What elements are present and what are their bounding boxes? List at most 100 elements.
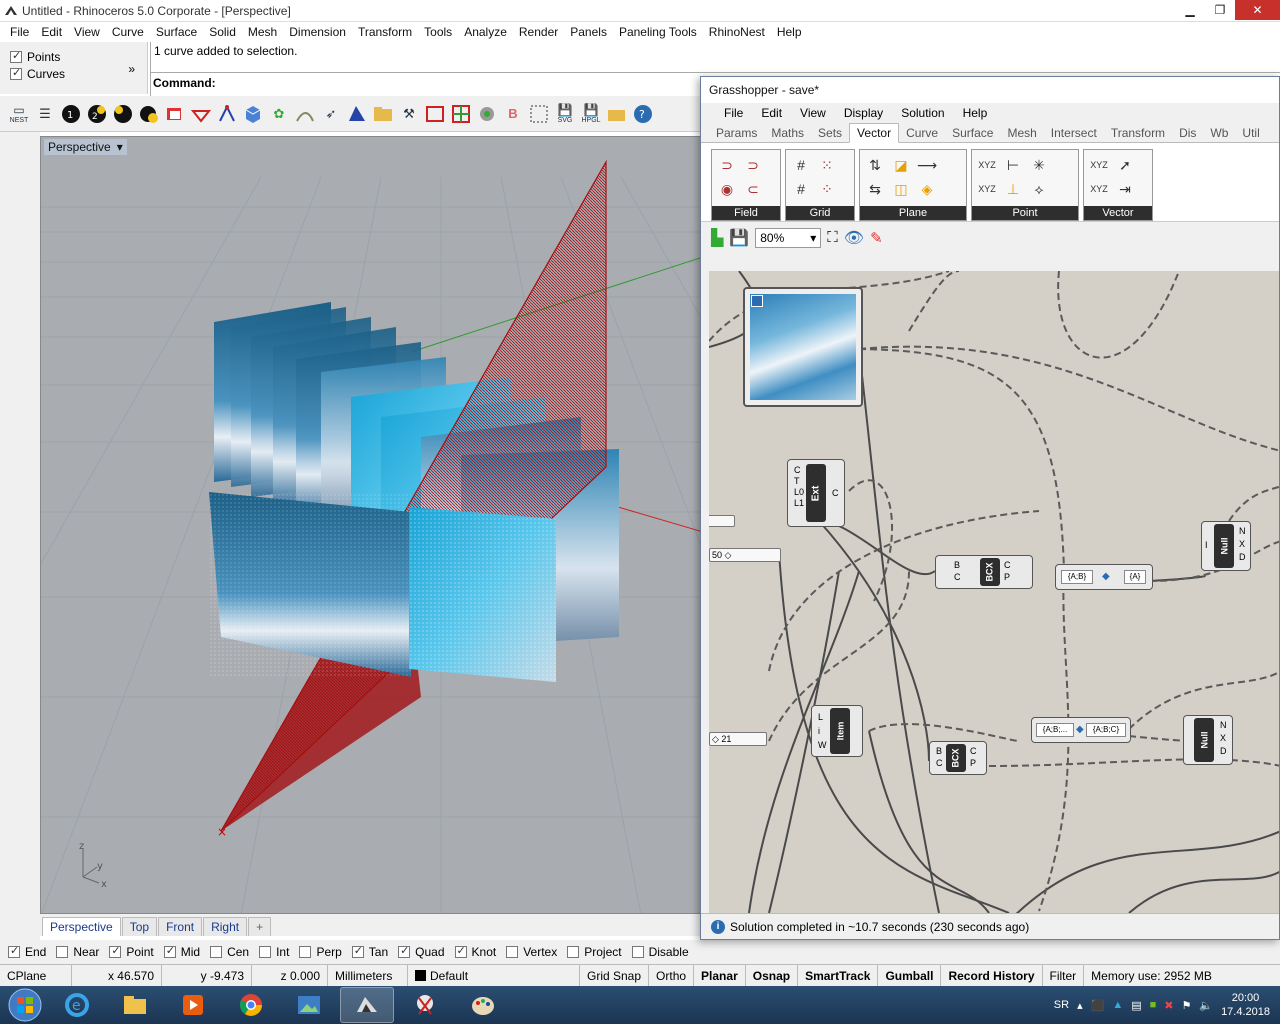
save-file-icon[interactable]: 💾	[729, 228, 749, 248]
star-icon[interactable]: ✿	[268, 103, 290, 125]
gumball-toggle[interactable]: Gumball	[878, 965, 942, 986]
param-viewer-2[interactable]: {A;B;... ◆ {A;B;C}	[1031, 717, 1131, 743]
volume-tray-icon[interactable]: 🔈	[1199, 999, 1213, 1012]
grid-icon[interactable]	[450, 103, 472, 125]
menu-help[interactable]: Help	[771, 25, 808, 39]
taskbar-explorer[interactable]	[108, 987, 162, 1023]
osnap-project-checkbox[interactable]	[567, 946, 580, 958]
ext-output-c[interactable]: C	[832, 488, 839, 498]
gh-menu-help[interactable]: Help	[954, 106, 997, 120]
sketch-pen-icon[interactable]: ✎	[870, 229, 883, 247]
box-icon[interactable]	[242, 103, 264, 125]
osnap-quad[interactable]: Quad	[398, 944, 445, 959]
taskbar-clock[interactable]: 20:00 17.4.2018	[1221, 991, 1270, 1019]
osnap-perp-checkbox[interactable]	[299, 946, 312, 958]
gh-menu-file[interactable]: File	[715, 106, 752, 120]
bcx1-input-b[interactable]: B	[954, 559, 961, 571]
save-svg-icon[interactable]: 💾 SVG	[554, 103, 576, 125]
nvidia-tray-icon[interactable]: ■	[1150, 999, 1157, 1011]
plane-line-icon[interactable]: ⟶	[916, 154, 938, 176]
taskbar-photo[interactable]	[282, 987, 336, 1023]
filter-curves[interactable]: Curves	[0, 65, 147, 82]
null1-output-d[interactable]: D	[1239, 551, 1246, 564]
curve-icon[interactable]	[294, 103, 316, 125]
osnap-mid[interactable]: Mid	[163, 944, 200, 959]
point-icon[interactable]	[216, 103, 238, 125]
minimize-button[interactable]: ▁	[1175, 0, 1205, 20]
flag-tray-icon[interactable]: ⚑	[1181, 999, 1191, 1012]
zoom-dropdown[interactable]: 80% ▾	[755, 227, 822, 248]
tray-chevron-icon[interactable]: ▴	[1077, 999, 1083, 1012]
perspective-viewport[interactable]: × z y x Perspective ▾	[40, 136, 702, 914]
preview-eye-icon[interactable]: 👁	[844, 228, 864, 248]
osnap-cen[interactable]: Cen	[210, 945, 249, 959]
folder-icon[interactable]	[372, 103, 394, 125]
add-viewport-tab[interactable]: +	[248, 917, 272, 936]
bcx1-output-p[interactable]: P	[1004, 571, 1011, 583]
grid-square-icon[interactable]: #	[790, 154, 812, 176]
plane-xy-icon[interactable]: ⇆	[864, 178, 886, 200]
gh-menu-edit[interactable]: Edit	[752, 106, 791, 120]
gh-tab-mesh[interactable]: Mesh	[1000, 124, 1043, 142]
frame-icon[interactable]	[528, 103, 550, 125]
gh-tab-vector[interactable]: Vector	[849, 123, 900, 143]
plane-adjust-icon[interactable]: ◈	[916, 178, 938, 200]
osnap-end-checkbox[interactable]	[8, 944, 20, 958]
rhino-icon[interactable]	[346, 103, 368, 125]
layer-1-icon[interactable]: 1	[60, 103, 82, 125]
grid-populate-icon[interactable]: ⁘	[816, 178, 838, 200]
taskbar-rhino[interactable]	[340, 987, 394, 1023]
layer-4-icon[interactable]	[138, 103, 160, 125]
osnap-perp[interactable]: Perp	[299, 945, 342, 959]
select-icon[interactable]	[424, 103, 446, 125]
bcx-node-1[interactable]: B C BCX C P	[935, 555, 1033, 589]
gh-tab-wb[interactable]: Wb	[1203, 124, 1235, 142]
taskbar-ie[interactable]: e	[50, 987, 104, 1023]
ortho-toggle[interactable]: Ortho	[649, 965, 695, 986]
help-icon[interactable]: ?	[632, 103, 654, 125]
osnap-cen-checkbox[interactable]	[210, 946, 223, 958]
autodesk-tray-icon[interactable]: ▲	[1112, 999, 1123, 1011]
menu-curve[interactable]: Curve	[106, 25, 150, 39]
osnap-point-checkbox[interactable]	[109, 944, 122, 958]
more-chevron-icon[interactable]: »	[128, 62, 135, 76]
ext-input-t[interactable]: T	[794, 476, 804, 487]
gh-tab-sets[interactable]: Sets	[811, 124, 849, 142]
osnap-point[interactable]: Point	[109, 944, 154, 959]
vector-amplitude-icon[interactable]: ⇥	[1114, 178, 1136, 200]
taskbar-chrome[interactable]	[224, 987, 278, 1023]
grid-rect-icon[interactable]: #	[790, 178, 812, 200]
ext-input-l0[interactable]: L0	[794, 487, 804, 498]
item-input-i[interactable]: i	[818, 724, 827, 738]
bcx1-input-c[interactable]: C	[954, 571, 961, 583]
bcx-node-2[interactable]: B C BCX C P	[929, 741, 987, 775]
smarttrack-toggle[interactable]: SmartTrack	[798, 965, 879, 986]
point-distance-icon[interactable]: ⊢	[1002, 154, 1024, 176]
osnap-tan-checkbox[interactable]	[351, 944, 364, 958]
bcx1-output-c[interactable]: C	[1004, 559, 1011, 571]
osnap-int-checkbox[interactable]	[259, 946, 272, 958]
curves-checkbox[interactable]	[10, 66, 22, 80]
osnap-vertex[interactable]: Vertex	[506, 945, 557, 959]
cursor-icon[interactable]: ➶	[320, 103, 342, 125]
extend-curve-node[interactable]: C T L0 L1 Ext C	[787, 459, 845, 527]
save-image-icon[interactable]	[751, 295, 763, 307]
null2-output-x[interactable]: X	[1220, 732, 1227, 745]
bcx2-output-c[interactable]: C	[970, 745, 977, 757]
field-magnet-2-icon[interactable]: ⊃	[742, 154, 764, 176]
osnap-vertex-checkbox[interactable]	[506, 946, 519, 958]
field-magnet-icon[interactable]: ⊃	[716, 154, 738, 176]
menu-render[interactable]: Render	[513, 25, 564, 39]
taskbar-snipping[interactable]	[398, 987, 452, 1023]
menu-analyze[interactable]: Analyze	[458, 25, 513, 39]
tab-perspective[interactable]: Perspective	[42, 917, 121, 936]
taskbar-paint[interactable]	[456, 987, 510, 1023]
item-input-l[interactable]: L	[818, 710, 827, 724]
planar-toggle[interactable]: Planar	[694, 965, 746, 986]
gh-canvas[interactable]: C T L0 L1 Ext C 50 ◇ ◇ 21 B C BCX C P {A…	[709, 271, 1279, 913]
menu-tools[interactable]: Tools	[418, 25, 458, 39]
open-icon[interactable]	[606, 103, 628, 125]
menu-mesh[interactable]: Mesh	[242, 25, 283, 39]
point-sort-icon[interactable]: ⟡	[1028, 178, 1050, 200]
tab-front[interactable]: Front	[158, 917, 203, 936]
